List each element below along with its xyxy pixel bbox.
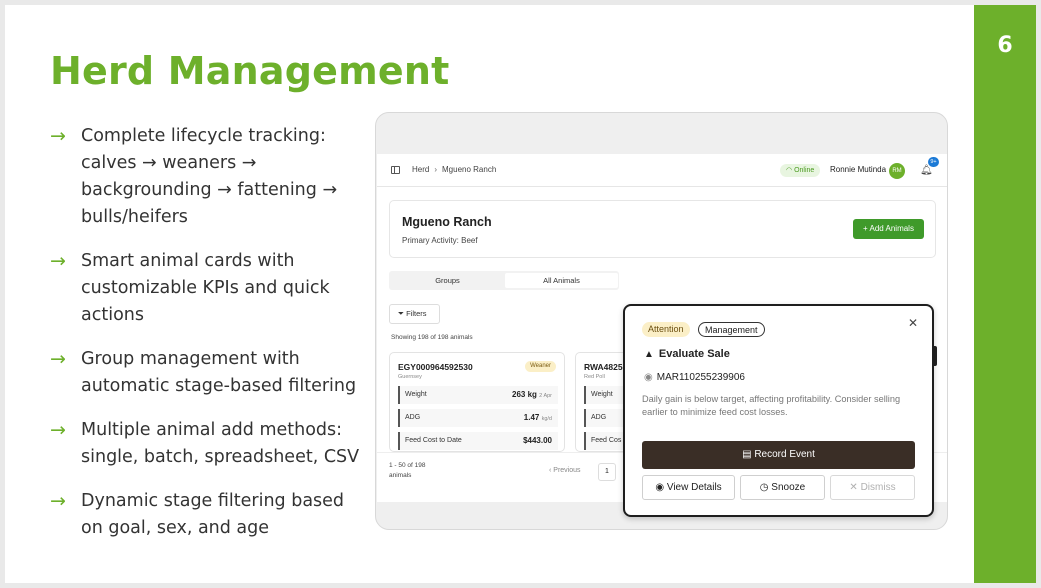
- animal-breed: Guernsey: [398, 374, 422, 380]
- kpi-row-weight: Weight 263 kg 2 Apr: [398, 386, 558, 404]
- eye-icon: ◉: [655, 482, 667, 493]
- view-details-label: View Details: [666, 482, 722, 493]
- kpi-row-adg: ADG 1.47 kg/d: [398, 409, 558, 427]
- view-tabs: Groups All Animals: [389, 271, 619, 290]
- bullet-text: Multiple animal add methods: single, bat…: [81, 420, 360, 467]
- kpi-value: $443.00: [523, 432, 552, 450]
- top-bar: Herd › Mgueno Ranch ◠ Online Ronnie Mutind…: [377, 154, 947, 187]
- avatar[interactable]: RM: [889, 163, 905, 179]
- chevron-right-icon: ›: [434, 165, 438, 174]
- kpi-label: ADG: [405, 414, 421, 421]
- notification-badge: 9+: [928, 157, 939, 167]
- bullet-text: Group management with automatic stage-ba…: [81, 349, 357, 396]
- filters-label: Filters: [406, 309, 427, 318]
- kpi-label: ADG: [591, 414, 607, 421]
- kpi-unit: 2 Apr: [539, 393, 552, 399]
- bullet-text: Dynamic stage filtering based on goal, s…: [81, 491, 345, 538]
- animal-card[interactable]: EGY000964592530 Guernsey Weaner Weight 2…: [389, 352, 565, 452]
- bullet-item: → Dynamic stage filtering based on goal,…: [50, 488, 370, 542]
- tab-all-animals[interactable]: All Animals: [505, 273, 618, 288]
- bullet-item: → Multiple animal add methods: single, b…: [50, 417, 370, 471]
- wifi-icon: ◠: [786, 167, 793, 174]
- kpi-unit: kg/d: [541, 416, 552, 422]
- popup-title-text: Evaluate Sale: [658, 348, 730, 360]
- clock-icon: ◷: [759, 482, 772, 493]
- view-details-button[interactable]: ◉ View Details: [642, 475, 735, 500]
- bullet-text: Complete lifecycle tracking: calves → we…: [81, 126, 338, 227]
- online-status-badge: ◠ Online: [780, 164, 821, 177]
- dismiss-label: Dismiss: [860, 482, 896, 493]
- arrow-right-icon: →: [50, 348, 66, 370]
- snooze-button[interactable]: ◷ Snooze: [740, 475, 825, 500]
- add-animals-button[interactable]: + Add Animals: [853, 219, 924, 239]
- close-icon: ✕: [849, 482, 861, 493]
- animal-breed: Red Poll: [584, 374, 605, 380]
- warning-icon: ▲: [644, 349, 654, 360]
- ranch-activity: Primary Activity: Beef: [402, 236, 478, 245]
- attention-badge: Attention: [642, 322, 690, 337]
- ranch-card: Mgueno Ranch Primary Activity: Beef + Ad…: [389, 200, 936, 258]
- kpi-value: 263 kg 2 Apr: [512, 386, 552, 405]
- slide-title: Herd Management: [50, 49, 450, 93]
- eye-icon: ◉: [644, 372, 653, 383]
- page-1-button[interactable]: 1: [598, 463, 616, 481]
- record-event-button[interactable]: ▤ Record Event: [642, 441, 915, 469]
- animal-tag: EGY000964592530: [398, 362, 473, 372]
- user-name: Ronnie Mutinda: [830, 165, 887, 174]
- pagination-count: 1 - 50 of 198 animals: [389, 462, 426, 479]
- popup-description: Daily gain is below target, affecting pr…: [642, 394, 901, 417]
- side-band: [974, 5, 1036, 583]
- kpi-value-text: 263 kg: [512, 390, 537, 399]
- breadcrumb-ranch[interactable]: Mgueno Ranch: [442, 165, 496, 174]
- kpi-label: Feed Cos: [591, 437, 622, 444]
- stage-badge: Weaner: [525, 361, 556, 372]
- breadcrumb: Herd › Mgueno Ranch: [412, 165, 496, 174]
- close-icon[interactable]: ✕: [908, 316, 918, 330]
- arrow-right-icon: →: [50, 490, 66, 512]
- bell-icon[interactable]: 🔔︎: [920, 165, 933, 177]
- sidebar-toggle-icon[interactable]: [391, 166, 400, 174]
- record-event-label: Record Event: [754, 449, 815, 460]
- animal-id: ◉ MAR110255239906: [644, 372, 745, 383]
- animal-id-text: MAR110255239906: [656, 372, 745, 383]
- showing-count: Showing 198 of 198 animals: [391, 334, 473, 341]
- management-badge: Management: [698, 322, 765, 337]
- bullet-item: → Smart animal cards with customizable K…: [50, 248, 370, 329]
- popup-title: ▲ Evaluate Sale: [644, 348, 730, 360]
- breadcrumb-herd[interactable]: Herd: [412, 165, 429, 174]
- online-status-label: Online: [794, 167, 815, 174]
- arrow-right-icon: →: [50, 250, 66, 272]
- bullet-item: → Group management with automatic stage-…: [50, 346, 370, 400]
- bullet-item: → Complete lifecycle tracking: calves → …: [50, 123, 370, 231]
- dismiss-button[interactable]: ✕ Dismiss: [830, 475, 915, 500]
- ranch-name: Mgueno Ranch: [402, 215, 492, 229]
- kpi-label: Weight: [405, 391, 427, 398]
- kpi-value: 1.47 kg/d: [524, 409, 552, 428]
- kpi-row-feed-cost: Feed Cost to Date $443.00: [398, 432, 558, 450]
- filters-button[interactable]: ⏷ Filters: [389, 304, 440, 324]
- alert-popup: Attention Management ✕ ▲ Evaluate Sale ◉ M…: [623, 304, 934, 517]
- kpi-label: Feed Cost to Date: [405, 437, 462, 444]
- kpi-label: Weight: [591, 391, 613, 398]
- page-number: 6: [997, 33, 1013, 58]
- previous-page-button[interactable]: ‹ Previous: [549, 467, 581, 474]
- animal-tag: RWA4825: [584, 362, 623, 372]
- tab-groups[interactable]: Groups: [391, 273, 504, 288]
- kpi-value-text: $443.00: [523, 436, 552, 445]
- clipboard-icon: ▤: [742, 449, 755, 460]
- bullet-list: → Complete lifecycle tracking: calves → …: [50, 123, 370, 559]
- kpi-value-text: 1.47: [523, 413, 540, 422]
- bullet-text: Smart animal cards with customizable KPI…: [81, 251, 330, 325]
- add-animals-label: Add Animals: [869, 224, 914, 233]
- filter-icon: ⏷: [398, 309, 407, 318]
- previous-label: Previous: [553, 467, 581, 474]
- arrow-right-icon: →: [50, 125, 66, 147]
- arrow-right-icon: →: [50, 419, 66, 441]
- snooze-label: Snooze: [771, 482, 806, 493]
